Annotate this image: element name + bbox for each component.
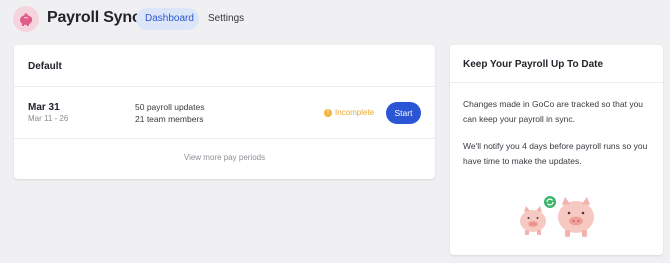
status-badge: ! Incomplete [324, 108, 374, 117]
team-members-count: 21 team members [135, 114, 204, 124]
divider [14, 138, 435, 139]
divider [14, 86, 435, 87]
tab-settings[interactable]: Settings [199, 8, 253, 30]
warning-icon: ! [324, 108, 332, 117]
info-paragraph: We'll notify you 4 days before payroll r… [463, 141, 648, 166]
payroll-updates-count: 50 payroll updates [135, 102, 205, 112]
info-title: Keep Your Payroll Up To Date [463, 59, 604, 70]
status-label: Incomplete [335, 108, 375, 117]
pay-periods-card: Default Mar 31 Mar 11 - 26 50 payroll up… [14, 45, 435, 179]
app-header: Payroll Sync Dashboard Settings [0, 0, 670, 38]
period-date: Mar 31 [28, 102, 60, 113]
card-title: Default [28, 61, 62, 72]
piggy-banks-sync-illustration [516, 193, 598, 244]
info-paragraph: Changes made in GoCo are tracked so that… [463, 99, 644, 124]
view-more-pay-periods-link[interactable]: View more pay periods [14, 153, 435, 162]
piggy-bank-icon [13, 6, 39, 32]
period-range: Mar 11 - 26 [28, 114, 69, 123]
app-title: Payroll Sync [47, 9, 141, 26]
start-button[interactable]: Start [386, 102, 421, 124]
info-card: Keep Your Payroll Up To Date Changes mad… [450, 45, 663, 255]
tab-dashboard[interactable]: Dashboard [136, 8, 199, 30]
divider [450, 82, 663, 83]
